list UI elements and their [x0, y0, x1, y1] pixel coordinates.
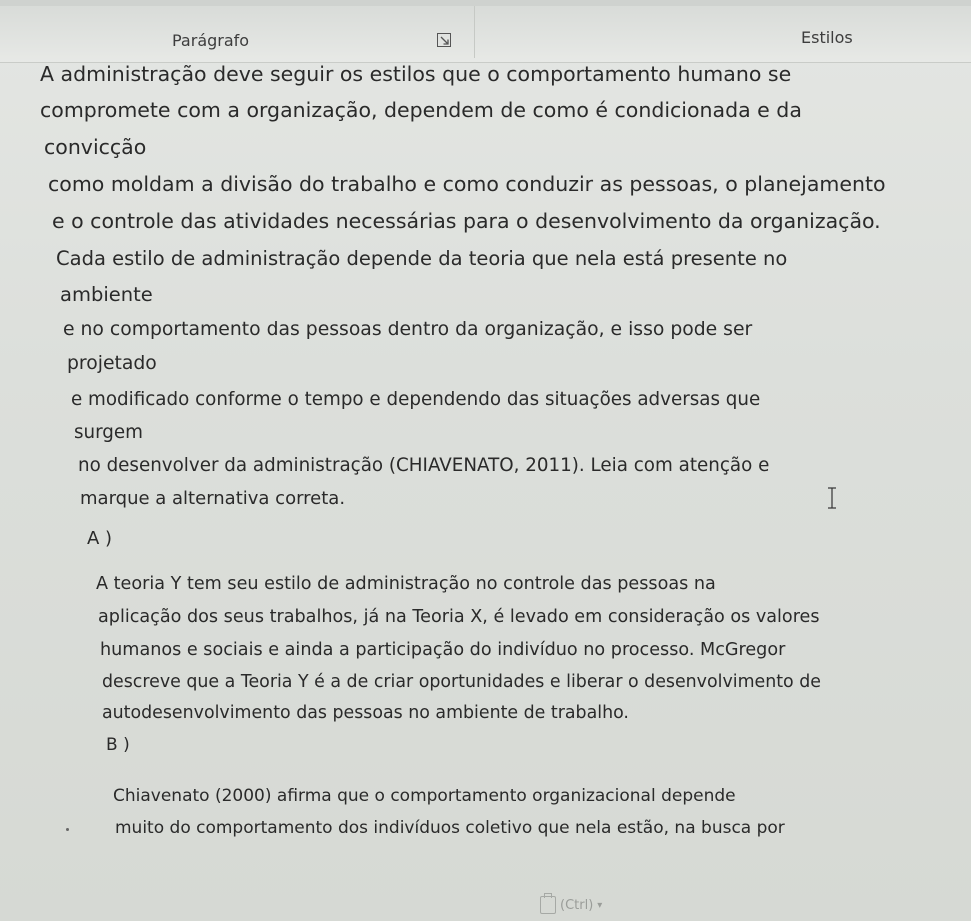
dialog-launcher-icon[interactable] [436, 32, 452, 48]
question-line: A administração deve seguir os estilos q… [40, 62, 792, 86]
paste-options-label: (Ctrl) [560, 897, 594, 913]
question-line: como moldam a divisão do trabalho e como… [48, 172, 886, 196]
question-line: e o controle das atividades necessárias … [52, 209, 881, 233]
question-line: convicção [44, 135, 147, 159]
question-line: projetado [67, 353, 157, 374]
clipboard-icon [540, 893, 556, 914]
question-line: marque a alternativa correta. [80, 488, 346, 509]
document-page[interactable]: A administração deve seguir os estilos q… [0, 62, 971, 921]
option-b-line[interactable]: muito do comportamento dos indivíduos co… [115, 818, 785, 838]
option-a-line[interactable]: autodesenvolvimento das pessoas no ambie… [102, 703, 629, 723]
question-line: no desenvolver da administração (CHIAVEN… [78, 455, 770, 476]
text-cursor-icon [828, 487, 836, 509]
question-line: compromete com a organização, dependem d… [40, 98, 802, 122]
ribbon-top-strip [0, 0, 971, 6]
option-a-line[interactable]: descreve que a Teoria Y é a de criar opo… [102, 672, 821, 692]
paragraph-group-label: Parágrafo [172, 31, 250, 50]
option-a-label[interactable]: A ) [87, 528, 112, 549]
question-line: e modificado conforme o tempo e dependen… [71, 389, 761, 410]
ribbon-group-divider [474, 6, 475, 58]
bullet-dot [66, 828, 69, 831]
ribbon: Parágrafo Estilos [0, 0, 971, 63]
question-line: Cada estilo de administração depende da … [56, 247, 788, 270]
option-a-line[interactable]: A teoria Y tem seu estilo de administraç… [96, 574, 716, 594]
question-line: surgem [74, 422, 143, 443]
option-a-line[interactable]: humanos e sociais e ainda a participação… [100, 640, 785, 660]
option-a-line[interactable]: aplicação dos seus trabalhos, já na Teor… [98, 607, 820, 627]
paste-options-button[interactable]: (Ctrl) ▾ [540, 893, 603, 916]
option-b-label[interactable]: B ) [106, 735, 130, 755]
option-b-line[interactable]: Chiavenato (2000) afirma que o comportam… [113, 786, 736, 806]
chevron-down-icon: ▾ [597, 899, 603, 911]
question-line: e no comportamento das pessoas dentro da… [63, 319, 753, 340]
question-line: ambiente [60, 283, 153, 306]
styles-group-label: Estilos [801, 28, 853, 47]
